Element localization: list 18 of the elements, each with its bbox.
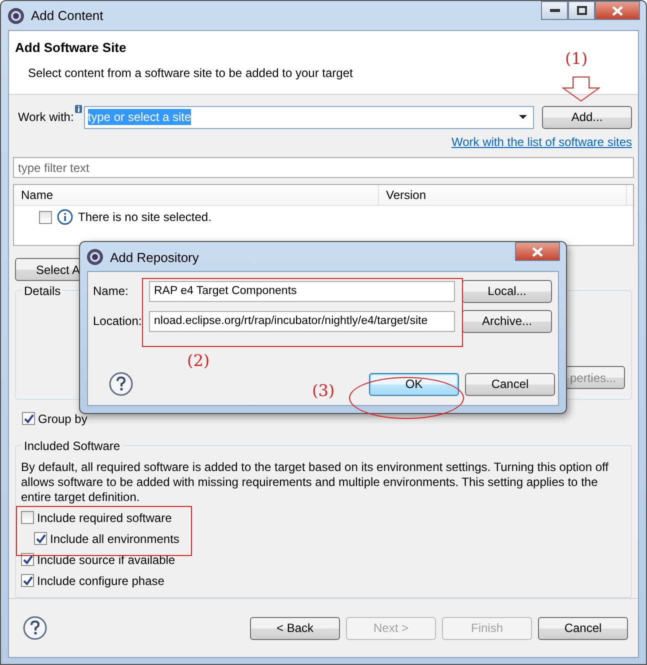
field-label: Location:: [93, 314, 143, 328]
annotation-label: (2): [187, 351, 210, 370]
annotation-label: (1): [565, 49, 588, 68]
table-cell: There is no site selected.: [78, 210, 212, 224]
group-label: Details: [22, 284, 63, 298]
included-software-description: By default, all required software is added to the target based on its environment settings. Turning this option off allows software to be added with missing requirements and multiple environments. This setting applies to the entire target definition.: [21, 460, 610, 506]
group-label: Included Software: [22, 439, 122, 454]
work-with-label: Work with:: [18, 110, 74, 124]
page-description: Select content from a software site to be added to your target: [27, 66, 354, 80]
page-title: Add Software Site: [15, 40, 128, 55]
dialog-title: Add Repository: [110, 250, 199, 264]
checkbox-label: Include configure phase: [37, 574, 164, 588]
field-label: Name:: [93, 284, 130, 298]
window-title: Add Content: [31, 8, 104, 23]
checkbox-label: Include required software: [37, 510, 172, 525]
annotation-label: (3): [312, 381, 335, 400]
checkbox-label: Include all environments: [50, 532, 180, 546]
checkbox-label: Group by: [38, 412, 88, 426]
